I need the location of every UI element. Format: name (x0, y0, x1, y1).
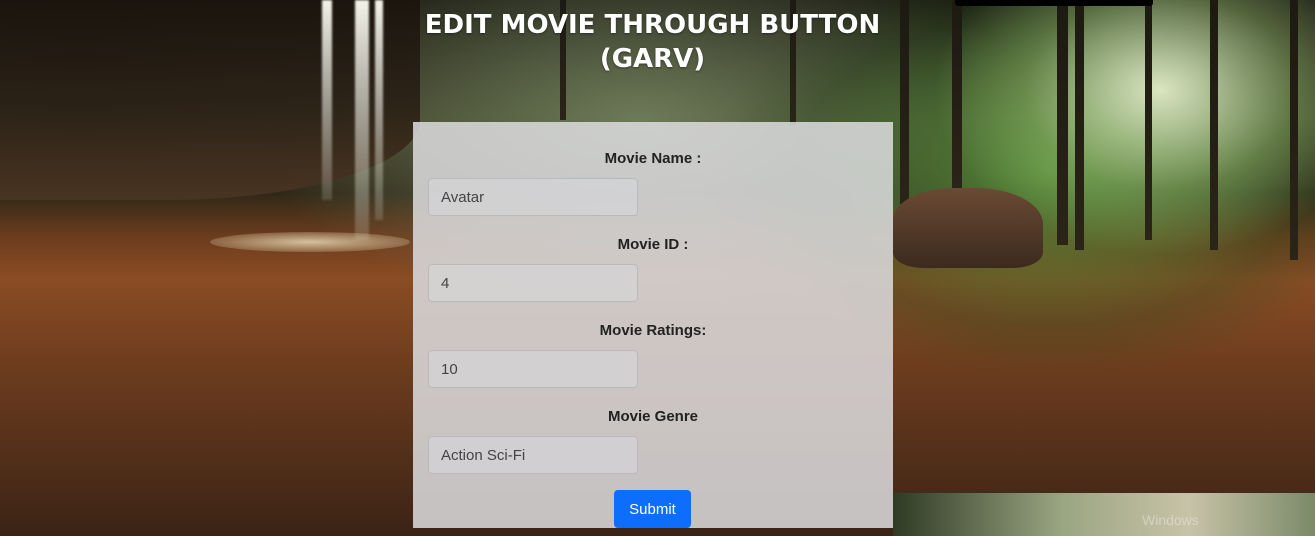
waterfall-stream (355, 0, 369, 240)
boulder (893, 188, 1043, 268)
waterfall-stream (322, 0, 332, 200)
tree-trunk (1210, 0, 1218, 250)
background-strip (893, 493, 1315, 536)
waterfall-stream (375, 0, 383, 220)
movie-genre-label: Movie Genre (607, 408, 699, 425)
submit-button[interactable]: Submit (614, 490, 691, 528)
windows-watermark: Windows (1142, 512, 1199, 528)
tree-trunk (1290, 0, 1298, 260)
movie-id-label: Movie ID : (617, 236, 689, 253)
movie-ratings-label: Movie Ratings: (599, 322, 707, 339)
tree-trunk (1145, 0, 1152, 240)
tree-trunk (900, 0, 909, 210)
top-black-bar (955, 0, 1153, 6)
movie-name-label: Movie Name : (604, 150, 702, 167)
waterfall-pool (210, 232, 410, 252)
movie-id-input[interactable] (428, 264, 638, 302)
tree-trunk (1075, 0, 1084, 250)
movie-genre-input[interactable] (428, 436, 638, 474)
page-title: EDIT MOVIE THROUGH BUTTON (GARV) (424, 10, 881, 74)
movie-ratings-input[interactable] (428, 350, 638, 388)
tree-trunk (1057, 0, 1068, 245)
edit-movie-form: Movie Name : Movie ID : Movie Ratings: M… (413, 122, 893, 528)
movie-name-input[interactable] (428, 178, 638, 216)
tree-trunk (952, 0, 962, 200)
